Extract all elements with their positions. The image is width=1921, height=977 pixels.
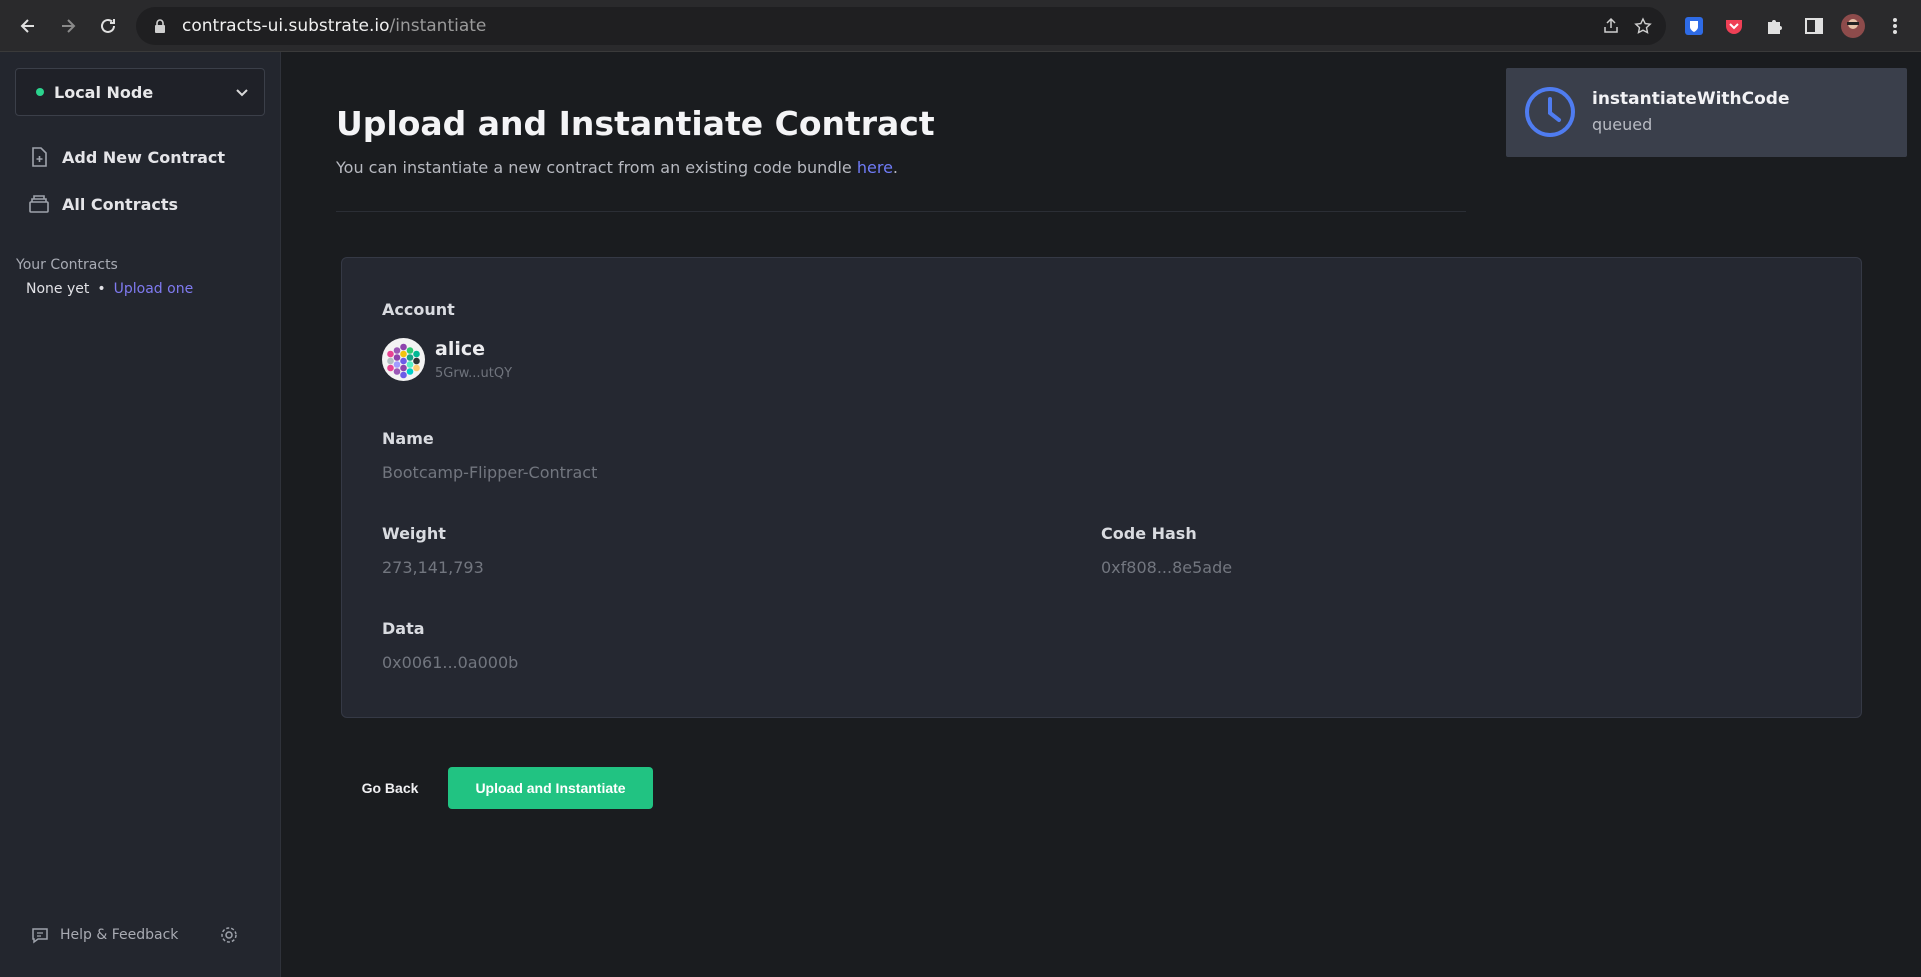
gear-icon[interactable] (220, 926, 238, 944)
upload-one-link[interactable]: Upload one (114, 281, 194, 297)
name-value: Bootcamp-Flipper-Contract (382, 463, 598, 482)
code-hash-value: 0xf808...8e5ade (1101, 558, 1233, 577)
browser-menu-icon[interactable] (1880, 11, 1910, 41)
sidebar-item-add-new-contract[interactable]: Add New Contract (28, 146, 225, 168)
browser-toolbar: contracts-ui.substrate.io/instantiate (0, 0, 1921, 52)
clock-icon (1525, 87, 1575, 137)
weight-label: Weight (382, 524, 446, 543)
account-address: 5Grw...utQY (435, 366, 513, 381)
code-bundle-here-link[interactable]: here (857, 158, 893, 177)
contract-summary-card: Account alice 5Grw...utQY Name Bootcamp-… (341, 257, 1862, 718)
weight-value: 273,141,793 (382, 558, 484, 577)
page-title: Upload and Instantiate Contract (336, 104, 935, 143)
reload-icon[interactable] (94, 12, 122, 40)
forward-arrow-icon[interactable] (54, 12, 82, 40)
separator-dot: • (97, 281, 106, 297)
transaction-status-toast: instantiateWithCode queued (1506, 68, 1907, 157)
network-selector[interactable]: Local Node (15, 68, 265, 116)
subtitle-text: You can instantiate a new contract from … (336, 158, 857, 177)
url-host: contracts-ui.substrate.io (182, 16, 390, 36)
go-back-button[interactable]: Go Back (342, 767, 438, 809)
help-label: Help & Feedback (60, 927, 179, 943)
profile-avatar[interactable] (1838, 11, 1868, 41)
sidebar: Local Node Add New Contract All Contract… (0, 52, 281, 977)
account-identicon (382, 338, 425, 381)
data-value: 0x0061...0a000b (382, 653, 519, 672)
sidebar-item-label: All Contracts (62, 194, 179, 214)
help-feedback-link[interactable]: Help & Feedback (30, 925, 178, 945)
code-hash-label: Code Hash (1101, 524, 1197, 543)
add-document-icon (28, 146, 50, 168)
back-arrow-icon[interactable] (14, 12, 42, 40)
page-subtitle: You can instantiate a new contract from … (336, 158, 898, 177)
header-divider (336, 211, 1466, 212)
chevron-down-icon (236, 89, 248, 97)
sidebar-item-label: Add New Contract (62, 147, 226, 167)
pocket-extension-icon[interactable] (1719, 11, 1749, 41)
url-path: /instantiate (389, 16, 487, 36)
chat-bubble-icon (32, 928, 48, 944)
toast-status: queued (1592, 115, 1653, 134)
address-bar[interactable]: contracts-ui.substrate.io/instantiate (136, 7, 1666, 45)
network-name: Local Node (54, 82, 154, 102)
share-icon[interactable] (1602, 17, 1620, 35)
bitwarden-extension-icon[interactable] (1679, 11, 1709, 41)
subtitle-end: . (892, 158, 899, 177)
lock-icon (155, 19, 165, 33)
data-label: Data (382, 619, 425, 638)
your-contracts-empty: None yet • Upload one (26, 281, 193, 297)
bookmark-star-icon[interactable] (1634, 17, 1652, 35)
upload-and-instantiate-button[interactable]: Upload and Instantiate (448, 767, 653, 809)
your-contracts-heading: Your Contracts (16, 257, 118, 273)
sidebar-item-all-contracts[interactable]: All Contracts (28, 193, 178, 215)
connection-status-dot (36, 88, 44, 96)
account-label: Account (382, 300, 455, 319)
side-panel-icon[interactable] (1799, 11, 1829, 41)
toast-title: instantiateWithCode (1592, 89, 1790, 109)
none-yet-text: None yet (26, 281, 90, 297)
archive-icon (28, 193, 50, 215)
account-name: alice (435, 338, 485, 360)
name-label: Name (382, 429, 434, 448)
extensions-puzzle-icon[interactable] (1759, 11, 1789, 41)
